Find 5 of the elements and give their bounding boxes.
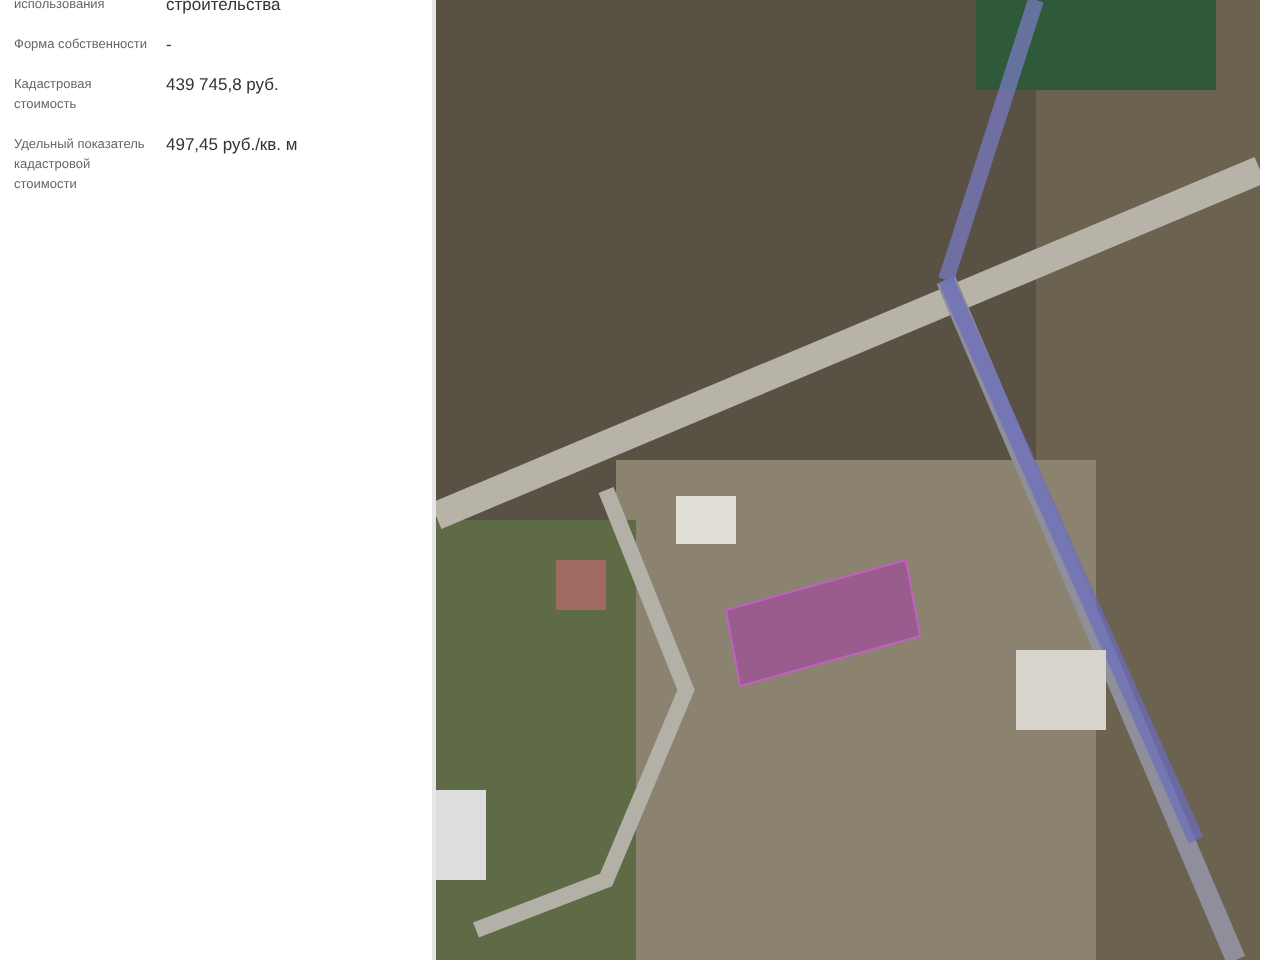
property-value: 439 745,8 руб.: [166, 72, 281, 98]
property-value: строительства: [166, 0, 283, 16]
aerial-photo-drawing[interactable]: [436, 0, 1260, 960]
property-value: -: [166, 32, 174, 56]
property-value: 497,45 руб./кв. м: [166, 132, 300, 158]
